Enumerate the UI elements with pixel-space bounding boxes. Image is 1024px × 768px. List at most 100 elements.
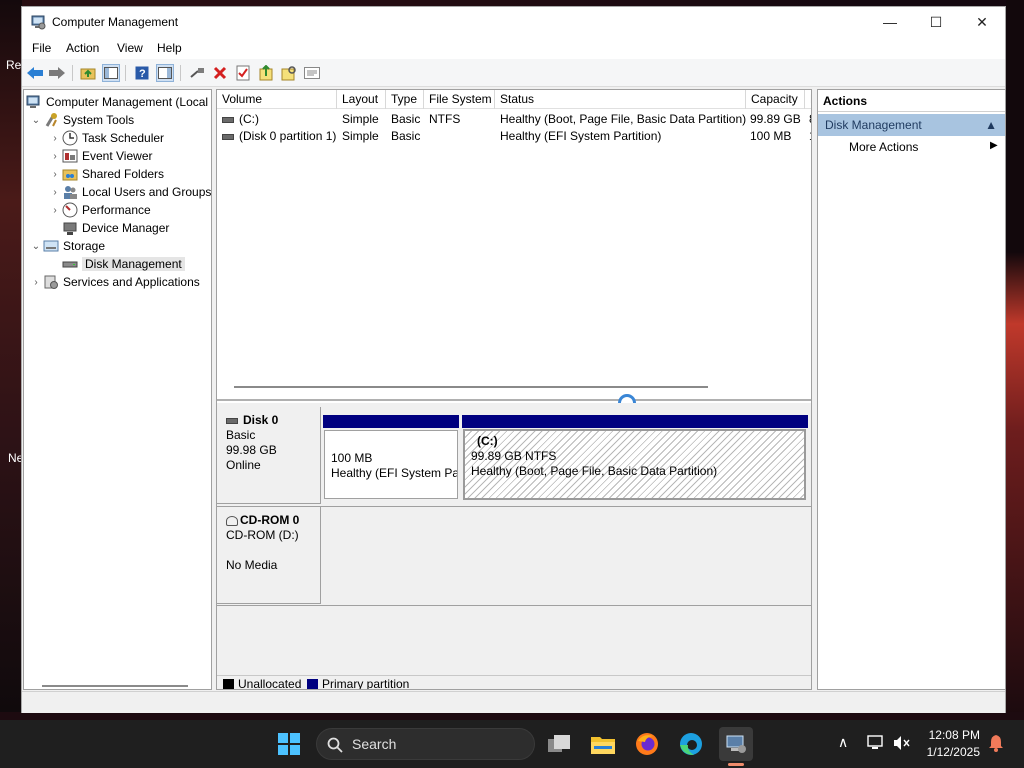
chevron-right-icon[interactable]: › bbox=[29, 277, 43, 288]
taskbar: Search ∧ 12:08 PM 1/12/2025 bbox=[0, 720, 1024, 768]
tree-item-computer-management[interactable]: Computer Management (Local bbox=[26, 93, 208, 111]
view-list-icon[interactable] bbox=[303, 64, 321, 82]
tree-item-event-viewer[interactable]: › Event Viewer bbox=[48, 147, 152, 165]
connect-icon[interactable] bbox=[188, 64, 206, 82]
clock-icon bbox=[62, 130, 78, 146]
chevron-right-icon[interactable]: › bbox=[48, 187, 62, 198]
tree-label: System Tools bbox=[63, 113, 135, 127]
volume-capacity: 100 MB bbox=[750, 129, 792, 143]
help-icon[interactable]: ? bbox=[133, 64, 151, 82]
start-button[interactable] bbox=[278, 733, 300, 755]
computer-management-taskbar-icon[interactable] bbox=[719, 727, 753, 761]
disk-management-pane: Volume Layout Type File System Status Ca… bbox=[216, 89, 812, 690]
more-actions-label: More Actions bbox=[849, 140, 919, 154]
volume-free-space: 1 bbox=[809, 129, 811, 143]
volume-row[interactable]: (Disk 0 partition 1) Simple Basic Health… bbox=[217, 128, 811, 145]
column-header-volume[interactable]: Volume bbox=[217, 90, 337, 109]
tree-item-system-tools[interactable]: ⌄ System Tools bbox=[29, 111, 134, 129]
up-folder-icon[interactable] bbox=[79, 64, 97, 82]
tree-item-device-manager[interactable]: Device Manager bbox=[48, 219, 169, 237]
export-icon[interactable] bbox=[257, 64, 275, 82]
tree-item-performance[interactable]: › Performance bbox=[48, 201, 151, 219]
chevron-right-icon[interactable]: › bbox=[48, 205, 62, 216]
shared-folder-icon bbox=[62, 166, 78, 182]
partition-c-drive[interactable]: (C:) 99.89 GB NTFS Healthy (Boot, Page F… bbox=[463, 429, 806, 500]
chevron-up-icon[interactable]: ∧ bbox=[838, 734, 848, 751]
search-drive-icon[interactable] bbox=[280, 64, 298, 82]
submenu-arrow-icon[interactable]: ▶ bbox=[990, 140, 998, 151]
column-header-file-system[interactable]: File System bbox=[424, 90, 495, 109]
volume-icon bbox=[222, 116, 234, 123]
column-header-capacity[interactable]: Capacity bbox=[746, 90, 805, 109]
menu-bar: File Action View Help bbox=[22, 37, 1005, 59]
tree-item-services-apps[interactable]: › Services and Applications bbox=[29, 273, 200, 291]
window-title: Computer Management bbox=[52, 15, 179, 29]
cdrom-0-info[interactable]: CD-ROM 0 CD-ROM (D:) No Media bbox=[217, 507, 321, 604]
firefox-icon[interactable] bbox=[633, 730, 661, 758]
file-explorer-icon[interactable] bbox=[589, 730, 617, 758]
tree-item-disk-management[interactable]: Disk Management bbox=[48, 255, 185, 273]
show-hide-tree-icon[interactable] bbox=[102, 64, 120, 82]
actions-section-disk-management[interactable]: Disk Management ▲ bbox=[818, 114, 1005, 136]
active-app-indicator bbox=[728, 763, 744, 766]
clock-time[interactable]: 12:08 PM bbox=[926, 728, 980, 742]
clock-date[interactable]: 1/12/2025 bbox=[922, 745, 980, 759]
collapse-arrow-icon[interactable]: ▲ bbox=[985, 114, 997, 136]
back-icon[interactable] bbox=[26, 64, 44, 82]
forward-icon[interactable] bbox=[48, 64, 66, 82]
partition-efi[interactable]: 100 MB Healthy (EFI System Par bbox=[324, 430, 458, 499]
menu-view[interactable]: View bbox=[117, 41, 143, 55]
minimize-button[interactable]: — bbox=[867, 7, 913, 37]
volume-list-scrollbar[interactable] bbox=[234, 386, 708, 388]
show-hide-action-pane-icon[interactable] bbox=[156, 64, 174, 82]
cd-drive-icon bbox=[226, 515, 238, 526]
tree-horizontal-scrollbar[interactable] bbox=[42, 685, 188, 687]
chevron-right-icon[interactable]: › bbox=[48, 133, 62, 144]
desktop-icon-label[interactable]: Re bbox=[6, 58, 21, 72]
volume-status: Healthy (Boot, Page File, Basic Data Par… bbox=[500, 112, 747, 126]
svg-text:?: ? bbox=[139, 68, 146, 80]
more-actions-item[interactable]: More Actions bbox=[849, 140, 918, 154]
maximize-button[interactable]: ☐ bbox=[913, 7, 959, 37]
menu-help[interactable]: Help bbox=[157, 41, 182, 55]
notification-bell-icon[interactable] bbox=[988, 734, 1004, 755]
desktop-left-edge bbox=[0, 0, 22, 720]
network-icon[interactable] bbox=[867, 735, 885, 754]
column-header-free[interactable]: F bbox=[805, 90, 811, 109]
chevron-right-icon[interactable]: › bbox=[48, 151, 62, 162]
column-header-status[interactable]: Status bbox=[495, 90, 746, 109]
graphical-disk-view: Disk 0 Basic 99.98 GB Online 100 MB Heal… bbox=[217, 403, 811, 689]
tree-label: Task Scheduler bbox=[82, 131, 165, 145]
close-button[interactable]: ✕ bbox=[959, 7, 1005, 37]
tree-item-shared-folders[interactable]: › Shared Folders bbox=[48, 165, 164, 183]
tree-item-storage[interactable]: ⌄ Storage bbox=[29, 237, 105, 255]
volume-muted-icon[interactable] bbox=[893, 735, 911, 754]
tree-label: Local Users and Groups bbox=[82, 185, 212, 199]
volume-capacity: 99.89 GB bbox=[750, 112, 801, 126]
tree-label: Storage bbox=[63, 239, 106, 253]
chevron-down-icon[interactable]: ⌄ bbox=[29, 241, 43, 252]
tree-item-task-scheduler[interactable]: › Task Scheduler bbox=[48, 129, 164, 147]
chevron-down-icon[interactable]: ⌄ bbox=[29, 115, 43, 126]
pane-splitter[interactable] bbox=[217, 399, 811, 401]
computer-management-icon bbox=[31, 15, 46, 30]
disk-type: Basic bbox=[226, 428, 256, 442]
edge-icon[interactable] bbox=[677, 730, 705, 758]
tools-icon bbox=[43, 112, 59, 128]
users-icon bbox=[62, 184, 78, 200]
task-view-icon[interactable] bbox=[545, 730, 573, 758]
volume-icon bbox=[222, 133, 234, 140]
column-header-type[interactable]: Type bbox=[386, 90, 424, 109]
event-viewer-icon bbox=[62, 148, 78, 164]
chevron-right-icon[interactable]: › bbox=[48, 169, 62, 180]
properties-icon[interactable] bbox=[234, 64, 252, 82]
menu-action[interactable]: Action bbox=[66, 41, 99, 55]
volume-row[interactable]: (C:) Simple Basic NTFS Healthy (Boot, Pa… bbox=[217, 111, 811, 128]
tree-item-local-users[interactable]: › Local Users and Groups bbox=[48, 183, 211, 201]
taskbar-search[interactable]: Search bbox=[316, 728, 535, 760]
column-header-layout[interactable]: Layout bbox=[337, 90, 386, 109]
title-bar[interactable]: Computer Management — ☐ ✕ bbox=[22, 7, 1005, 37]
menu-file[interactable]: File bbox=[32, 41, 51, 55]
delete-icon[interactable] bbox=[211, 64, 229, 82]
disk-0-info[interactable]: Disk 0 Basic 99.98 GB Online bbox=[217, 407, 321, 504]
